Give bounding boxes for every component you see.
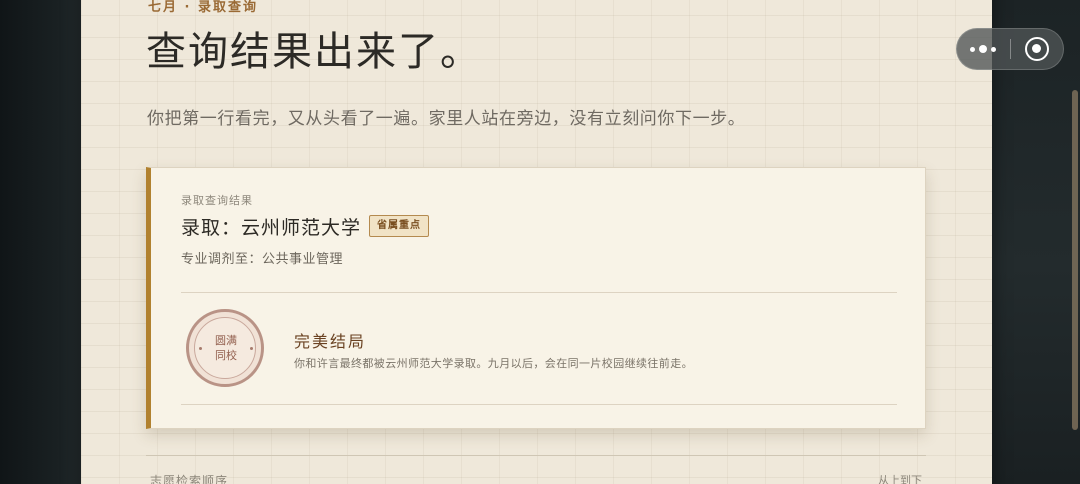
app-screen: 七月 · 录取查询 查询结果出来了。 你把第一行看完，又从头看了一遍。家里人站在…	[0, 0, 1080, 484]
card-caption: 录取查询结果	[181, 194, 253, 207]
seal-text-line1: 圆满	[215, 334, 237, 347]
order-note: 从上到下	[878, 474, 922, 484]
assigned-major: 专业调剂至：公共事业管理	[181, 252, 344, 267]
close-icon-dot	[1032, 44, 1041, 53]
admission-result-card: 录取查询结果 录取：云州师范大学 省属重点 专业调剂至：公共事业管理 圆满 同校…	[146, 167, 926, 429]
card-divider-bottom	[181, 404, 897, 405]
section-rule	[146, 455, 926, 456]
intro-text: 你把第一行看完，又从头看了一遍。家里人站在旁边，没有立刻问你下一步。	[147, 109, 746, 129]
section-label: 志愿检索顺序	[150, 474, 229, 484]
seal-inner-ring: 圆满 同校	[194, 317, 256, 379]
page-title: 查询结果出来了。	[146, 29, 482, 75]
card-divider-top	[181, 292, 897, 293]
background-right	[992, 0, 1080, 484]
seal-text: 圆满 同校	[195, 333, 257, 363]
more-icon[interactable]	[967, 38, 999, 60]
more-dot-1	[970, 47, 975, 52]
ending-seal-icon: 圆满 同校	[186, 309, 264, 387]
more-dot-3	[991, 47, 996, 52]
seal-text-line2: 同校	[215, 349, 237, 362]
capsule-separator	[1010, 39, 1011, 59]
tier-badge: 省属重点	[369, 215, 429, 237]
eyebrow-label: 七月 · 录取查询	[148, 0, 258, 15]
mini-program-capsule	[956, 28, 1064, 70]
close-icon[interactable]	[1025, 37, 1049, 61]
ending-title: 完美结局	[294, 332, 367, 351]
ending-description: 你和许言最终都被云州师范大学录取。九月以后，会在同一片校园继续往前走。	[294, 357, 693, 370]
scrollbar[interactable]	[1072, 90, 1078, 430]
more-dot-2	[979, 45, 987, 53]
admission-university: 录取：云州师范大学	[181, 217, 362, 239]
